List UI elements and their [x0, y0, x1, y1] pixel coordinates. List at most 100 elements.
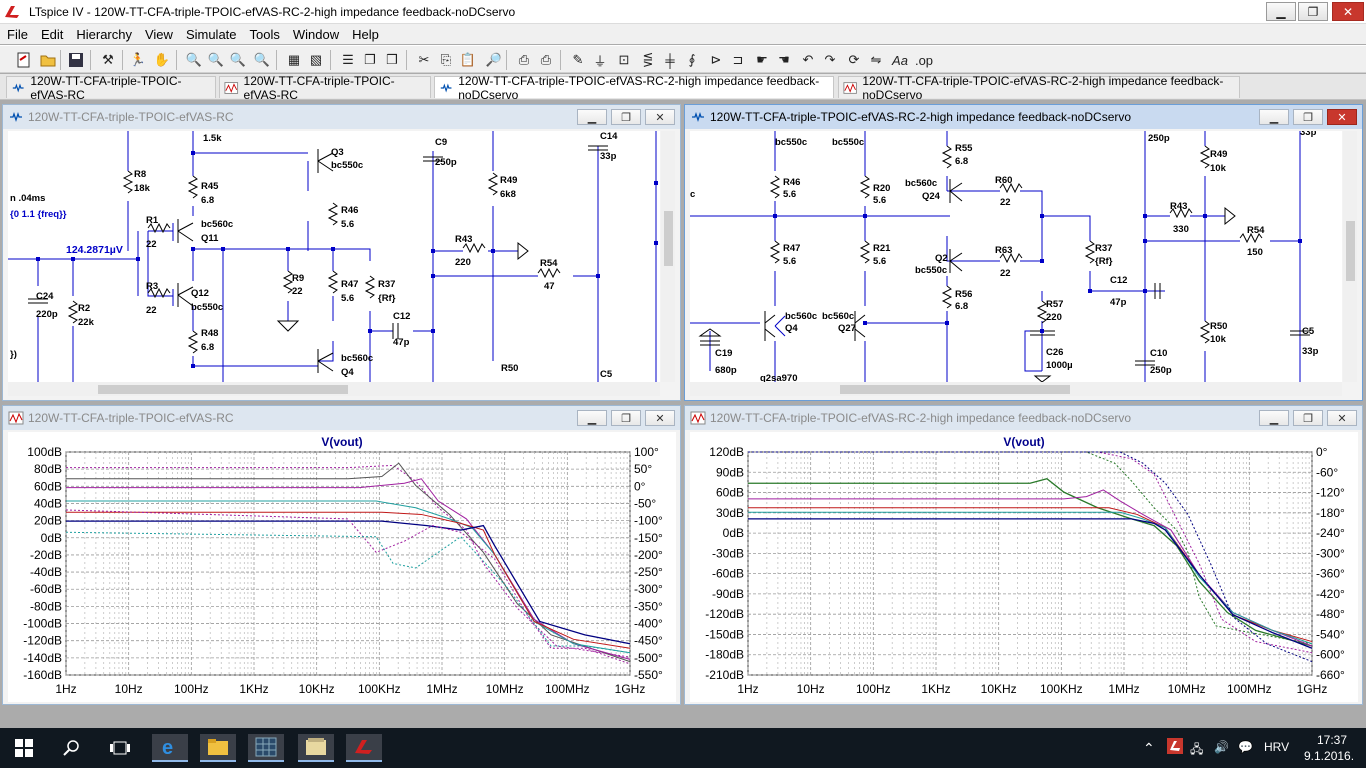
run-icon[interactable]: 🏃: [128, 50, 148, 70]
zoom-area-icon[interactable]: 🔍: [206, 50, 226, 70]
menu-file[interactable]: File: [0, 27, 34, 42]
child-restore-button[interactable]: ❐: [1293, 109, 1323, 125]
open-folder-icon[interactable]: [38, 50, 58, 70]
autorange-icon[interactable]: ▦: [284, 50, 304, 70]
diode-icon[interactable]: ⊳: [706, 50, 726, 70]
child-restore-button[interactable]: ❐: [611, 109, 641, 125]
cut-icon[interactable]: ✂: [414, 50, 434, 70]
text-icon[interactable]: Aa: [890, 50, 910, 70]
ltspice-tray-icon[interactable]: [1167, 738, 1183, 757]
file-explorer-icon[interactable]: [200, 734, 236, 762]
horizontal-scrollbar[interactable]: [8, 382, 660, 396]
x-tick-label: 1GHz: [1297, 682, 1328, 696]
menu-tools[interactable]: Tools: [243, 27, 286, 42]
child-restore-button[interactable]: ❐: [1293, 410, 1323, 426]
view-netlist-icon[interactable]: ▧: [306, 50, 326, 70]
tab-waveform-2[interactable]: 120W-TT-CFA-triple-TPOIC-efVAS-RC-2-high…: [838, 74, 1240, 102]
ltspice-taskbar-icon[interactable]: [346, 734, 382, 762]
print-icon[interactable]: ⎙: [536, 50, 556, 70]
y-tick-label: -140dB: [23, 651, 62, 665]
child-close-button[interactable]: ✕: [1327, 410, 1357, 426]
new-schematic-icon[interactable]: [14, 50, 34, 70]
photos-app-icon[interactable]: [298, 734, 334, 762]
find-icon[interactable]: 🔎: [484, 50, 504, 70]
restore-button[interactable]: ❐: [1298, 2, 1328, 21]
waveform-window-2[interactable]: 120W-TT-CFA-triple-TPOIC-efVAS-RC-2-high…: [684, 405, 1363, 705]
svg-text:R50: R50: [1210, 321, 1227, 332]
schematic-canvas-2[interactable]: bc550c bc550c 250p 33p R55 6.8 R49 10k R…: [690, 131, 1342, 382]
save-icon[interactable]: [66, 50, 86, 70]
search-icon[interactable]: [54, 734, 90, 762]
child-close-button[interactable]: ✕: [645, 109, 675, 125]
svg-text:Q3: Q3: [331, 147, 344, 158]
control-panel-icon[interactable]: ⚒: [98, 50, 118, 70]
waveform-window-1[interactable]: 120W-TT-CFA-triple-TPOIC-efVAS-RC ▁ ❐ ✕ …: [2, 405, 681, 705]
clock-time[interactable]: 17:37: [1312, 733, 1352, 747]
vertical-scrollbar[interactable]: [661, 131, 675, 382]
network-icon[interactable]: 🖧: [1190, 740, 1203, 761]
clock-date[interactable]: 9.1.2016.: [1304, 749, 1354, 763]
move-hand-icon[interactable]: ☛: [752, 50, 772, 70]
trace-label[interactable]: V(vout): [1003, 435, 1044, 449]
tab-schematic-1[interactable]: 120W-TT-CFA-triple-TPOIC-efVAS-RC: [6, 74, 216, 102]
drag-hand-icon[interactable]: ☚: [774, 50, 794, 70]
print-setup-icon[interactable]: ⎙: [514, 50, 534, 70]
svg-text:C5: C5: [1302, 326, 1315, 337]
menu-view[interactable]: View: [138, 27, 179, 42]
zoom-in-icon[interactable]: 🔍: [184, 50, 204, 70]
child-minimize-button[interactable]: ▁: [1259, 410, 1289, 426]
menu-hierarchy[interactable]: Hierarchy: [69, 27, 138, 42]
ground-icon[interactable]: ⏚: [590, 50, 610, 70]
task-view-icon[interactable]: [102, 734, 138, 762]
action-center-icon[interactable]: 💬: [1238, 740, 1253, 754]
paste-icon[interactable]: 📋: [458, 50, 478, 70]
draw-wire-icon[interactable]: ✎: [568, 50, 588, 70]
schematic-canvas-1[interactable]: 1.5k Q3 bc550c C9 250p C14 33p R8 18k R4…: [8, 131, 660, 382]
calculator-app-icon[interactable]: [248, 734, 284, 762]
menu-simulate[interactable]: Simulate: [179, 27, 243, 42]
child-close-button[interactable]: ✕: [645, 410, 675, 426]
capacitor-icon[interactable]: ╪: [660, 50, 680, 70]
menu-window[interactable]: Window: [286, 27, 345, 42]
zoom-cancel-icon[interactable]: 🔍: [252, 50, 272, 70]
tile-horizontal-icon[interactable]: ☰: [338, 50, 358, 70]
mirror-icon[interactable]: ⇋: [866, 50, 886, 70]
tab-waveform-1[interactable]: 120W-TT-CFA-triple-TPOIC-efVAS-RC: [219, 74, 431, 102]
bode-plot-2[interactable]: V(vout) 1Hz 10Hz 100Hz 1KHz 10KHz 100KHz 1MHz 1…: [690, 432, 1358, 702]
child-minimize-button[interactable]: ▁: [577, 109, 607, 125]
input-language-indicator[interactable]: HRV: [1264, 740, 1289, 754]
resistor-icon[interactable]: ⋚: [638, 50, 658, 70]
volume-icon[interactable]: 🔊: [1214, 740, 1229, 754]
child-minimize-button[interactable]: ▁: [1259, 109, 1289, 125]
tile-vertical-icon[interactable]: ❒: [382, 50, 402, 70]
copy-icon[interactable]: ⎘: [436, 50, 456, 70]
menu-edit[interactable]: Edit: [34, 27, 69, 42]
child-minimize-button[interactable]: ▁: [577, 410, 607, 426]
redo-icon[interactable]: ↷: [820, 50, 840, 70]
zoom-out-icon[interactable]: 🔍: [228, 50, 248, 70]
start-button[interactable]: [6, 734, 42, 762]
schematic-window-2[interactable]: 120W-TT-CFA-triple-TPOIC-efVAS-RC-2-high…: [684, 104, 1363, 401]
cascade-icon[interactable]: ❐: [360, 50, 380, 70]
label-net-icon[interactable]: ⊡: [614, 50, 634, 70]
edge-browser-icon[interactable]: e: [152, 734, 188, 762]
spice-directive-icon[interactable]: .op: [914, 50, 934, 70]
chevron-up-icon[interactable]: ⌃: [1143, 740, 1155, 757]
close-button[interactable]: ✕: [1332, 2, 1364, 21]
pan-hand-icon[interactable]: ✋: [152, 50, 172, 70]
vertical-scrollbar[interactable]: [1343, 131, 1357, 382]
child-close-button[interactable]: ✕: [1327, 109, 1357, 125]
trace-label[interactable]: V(vout): [321, 435, 362, 449]
rotate-icon[interactable]: ⟳: [844, 50, 864, 70]
horizontal-scrollbar[interactable]: [690, 382, 1342, 396]
undo-icon[interactable]: ↶: [798, 50, 818, 70]
child-restore-button[interactable]: ❐: [611, 410, 641, 426]
minimize-button[interactable]: ▁: [1266, 2, 1296, 21]
tab-schematic-2[interactable]: 120W-TT-CFA-triple-TPOIC-efVAS-RC-2-high…: [434, 74, 834, 102]
inductor-icon[interactable]: ∮: [682, 50, 702, 70]
menu-help[interactable]: Help: [345, 27, 385, 42]
component-icon[interactable]: ⊐: [728, 50, 748, 70]
bode-plot-1[interactable]: V(vout) 1Hz 10Hz 100Hz 1KHz 10KHz 100KHz 1MHz 1…: [8, 432, 676, 702]
phase-tick-label: 50°: [634, 462, 652, 476]
schematic-window-1[interactable]: 120W-TT-CFA-triple-TPOIC-efVAS-RC ▁ ❐ ✕: [2, 104, 681, 401]
